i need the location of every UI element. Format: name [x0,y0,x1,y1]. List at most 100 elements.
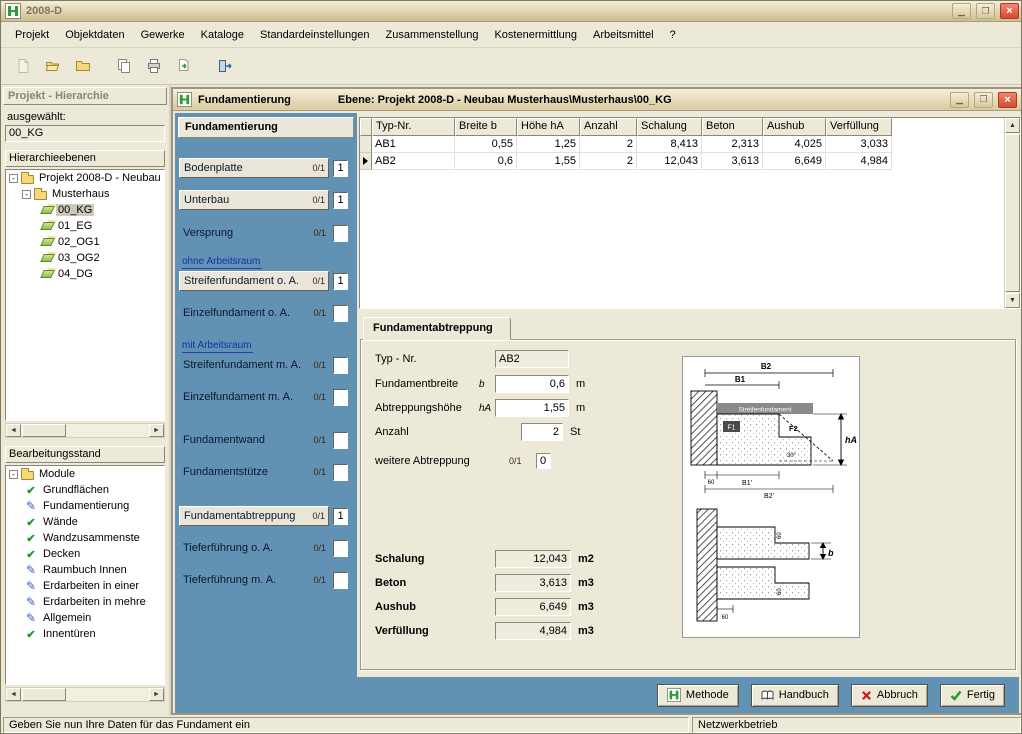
menu-arbeitsmittel[interactable]: Arbeitsmittel [585,26,662,44]
scrollbar-thumb[interactable] [22,424,66,437]
sidebar-item-fundamentabtreppung[interactable]: Fundamentabtreppung0/11 [179,506,355,526]
module-item[interactable]: ✔Wandzusammenste [6,530,164,546]
menu-zusammenstellung[interactable]: Zusammenstellung [378,26,487,44]
collapse-icon[interactable]: - [22,190,31,199]
menu-hilfe[interactable]: ? [662,26,684,44]
folder-button[interactable] [69,53,96,80]
column-header[interactable]: Aushub [763,118,826,136]
modules-horizontal-scrollbar[interactable]: ◄► [5,687,165,702]
maximize-button[interactable]: ❐ [976,3,995,19]
weitere-value-box[interactable]: 0 [536,453,551,469]
sidebar-item-versprung[interactable]: Versprung0/1 [179,223,355,243]
sidebar-item-streifenfundament-ma[interactable]: Streifenfundament m. A.0/1 [179,355,355,375]
module-item[interactable]: ✔Decken [6,546,164,562]
item-value-box[interactable] [333,432,348,449]
module-item[interactable]: ✎Fundamentierung [6,498,164,514]
sidebar-item-einzelfundament-ma[interactable]: Einzelfundament m. A.0/1 [179,387,355,407]
tree-item-04-dg[interactable]: 04_DG [6,266,164,282]
column-header[interactable]: Breite b [455,118,517,136]
menu-standardeinstellungen[interactable]: Standardeinstellungen [252,26,377,44]
handbuch-button[interactable]: Handbuch [751,684,839,707]
module-item[interactable]: ✎Erdarbeiten in mehre [6,594,164,610]
scroll-down-icon[interactable]: ▼ [1005,293,1020,308]
module-item[interactable]: ✎Erdarbeiten in einer [6,578,164,594]
module-item[interactable]: ✔Grundflächen [6,482,164,498]
tree-item-01-eg[interactable]: 01_EG [6,218,164,234]
tree-item-00-kg[interactable]: 00_KG [6,202,164,218]
fertig-button[interactable]: Fertig [940,684,1005,707]
column-header[interactable]: Schalung [637,118,702,136]
item-value-box[interactable] [333,572,348,589]
collapse-icon[interactable]: - [9,470,18,479]
item-value-box[interactable] [333,540,348,557]
collapse-icon[interactable]: - [9,174,18,183]
tree-item-musterhaus[interactable]: -Musterhaus [6,186,164,202]
open-project-button[interactable] [39,53,66,80]
item-value-box[interactable] [333,389,348,406]
export-button[interactable] [170,53,197,80]
tree-item-03-og2[interactable]: 03_OG2 [6,250,164,266]
item-value-box[interactable]: 1 [333,160,348,177]
column-header[interactable]: Anzahl [580,118,637,136]
typ-nr-field[interactable] [495,350,569,368]
column-header[interactable]: Beton [702,118,763,136]
tree-item-projekt[interactable]: -Projekt 2008-D - Neubau [6,170,164,186]
item-value-box[interactable]: 1 [333,192,348,209]
sidebar-item-tieferfuehrung-oa[interactable]: Tieferführung o. A.0/1 [179,538,355,558]
menu-projekt[interactable]: Projekt [7,26,57,44]
item-value-box[interactable]: 1 [333,273,348,290]
scroll-right-icon[interactable]: ► [149,688,164,701]
scroll-right-icon[interactable]: ► [149,424,164,437]
menu-objektdaten[interactable]: Objektdaten [57,26,132,44]
table-vertical-scrollbar[interactable]: ▲ ▼ [1004,118,1020,308]
module-item[interactable]: ✎Raumbuch Innen [6,562,164,578]
item-value-box[interactable] [333,225,348,242]
methode-button[interactable]: Methode [657,684,739,707]
exit-button[interactable] [211,53,238,80]
module-item[interactable]: ✔Wände [6,514,164,530]
module-item[interactable]: ✎Allgemein [6,610,164,626]
minimize-button[interactable]: ▁ [952,3,971,19]
close-button[interactable]: × [1000,3,1019,19]
fund-maximize-button[interactable]: ❐ [974,92,993,108]
table-row[interactable]: AB1 0,55 1,25 2 8,413 2,313 4,025 3,033 [360,136,1020,153]
sidebar-item-unterbau[interactable]: Unterbau0/11 [179,190,355,210]
sidebar-item-streifenfundament-oa[interactable]: Streifenfundament o. A.0/11 [179,271,355,291]
tree-item-02-og1[interactable]: 02_OG1 [6,234,164,250]
item-value-box[interactable] [333,357,348,374]
item-value-box[interactable] [333,464,348,481]
module-item[interactable]: ✔Innentüren [6,626,164,642]
fund-close-button[interactable]: × [998,92,1017,108]
sidebar-item-fundamentwand[interactable]: Fundamentwand0/1 [179,430,355,450]
table-row-selected[interactable]: AB2 0,6 1,55 2 12,043 3,613 6,649 4,984 [360,153,1020,170]
sidebar-item-einzelfundament-oa[interactable]: Einzelfundament o. A.0/1 [179,303,355,323]
new-document-button[interactable] [9,53,36,80]
scroll-left-icon[interactable]: ◄ [6,688,21,701]
anzahl-input[interactable] [521,423,563,441]
row-selector[interactable] [360,136,372,153]
column-header[interactable]: Verfüllung [826,118,892,136]
column-header[interactable]: Typ-Nr. [372,118,455,136]
fund-minimize-button[interactable]: ▁ [950,92,969,108]
item-value-box[interactable]: 1 [333,508,348,525]
menu-kostenermittlung[interactable]: Kostenermittlung [486,26,585,44]
print-button[interactable] [140,53,167,80]
copy-button[interactable] [110,53,137,80]
abbruch-button[interactable]: Abbruch [851,684,928,707]
sidebar-item-tieferfuehrung-ma[interactable]: Tieferführung m. A.0/1 [179,570,355,590]
scroll-up-icon[interactable]: ▲ [1005,118,1020,133]
hierarchy-horizontal-scrollbar[interactable]: ◄► [5,423,165,438]
tree-item-module-root[interactable]: -Module [6,466,164,482]
scrollbar-thumb[interactable] [22,688,66,701]
item-value-box[interactable] [333,305,348,322]
column-header[interactable]: Höhe hA [517,118,580,136]
scrollbar-thumb[interactable] [1005,134,1020,292]
abtreppungshoehe-input[interactable] [495,399,569,417]
row-selector[interactable] [360,153,372,170]
sidebar-item-bodenplatte[interactable]: Bodenplatte0/11 [179,158,355,178]
sidebar-item-fundamentstuetze[interactable]: Fundamentstütze0/1 [179,462,355,482]
menu-kataloge[interactable]: Kataloge [193,26,252,44]
tab-fundamentabtreppung[interactable]: Fundamentabtreppung [363,317,511,340]
menu-gewerke[interactable]: Gewerke [133,26,193,44]
scroll-left-icon[interactable]: ◄ [6,424,21,437]
